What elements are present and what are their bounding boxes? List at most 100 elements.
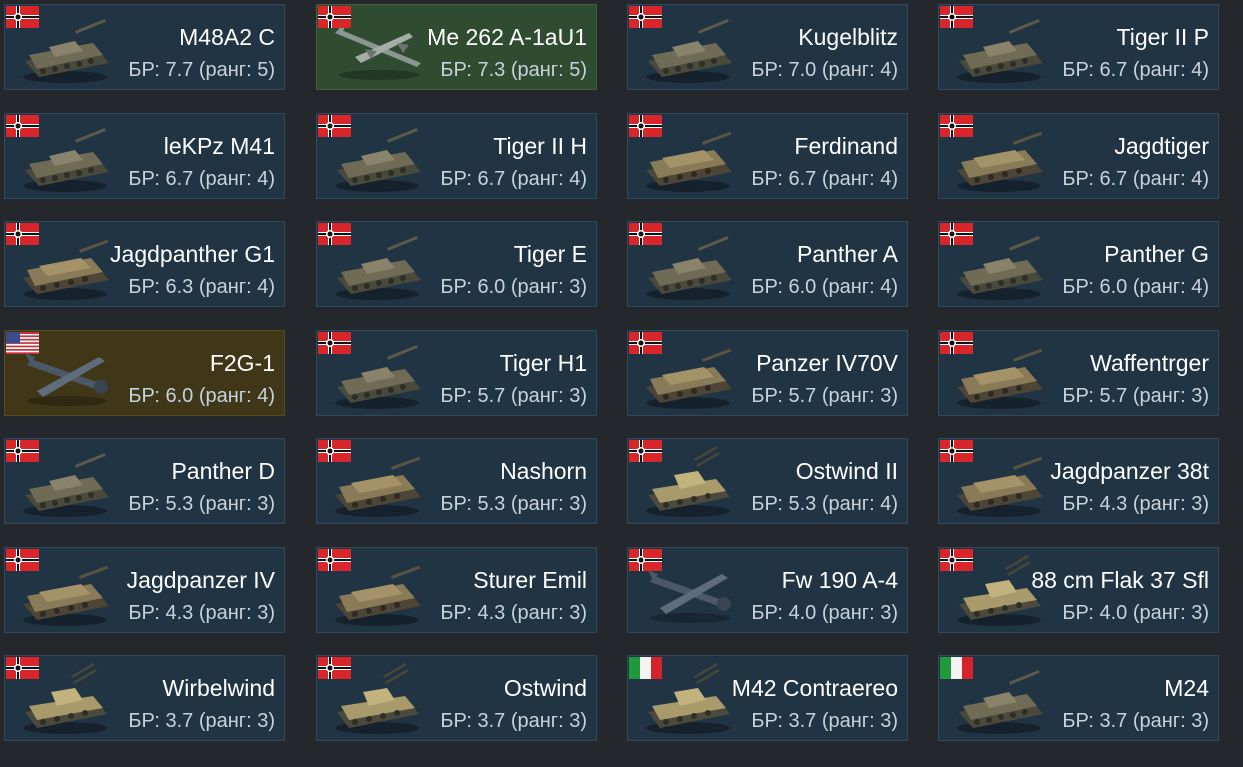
vehicle-battle-rating: БР: 3.7 (ранг: 3) [440, 710, 587, 732]
germany-flag-icon [629, 223, 662, 245]
vehicle-name: Jagdpanzer IV [126, 567, 275, 593]
vehicle-battle-rating: БР: 7.3 (ранг: 5) [440, 59, 587, 81]
vehicle-name: Ferdinand [794, 133, 898, 159]
germany-flag-icon [940, 223, 973, 245]
vehicle-battle-rating: БР: 3.7 (ранг: 3) [751, 710, 898, 732]
vehicle-battle-rating: БР: 3.7 (ранг: 3) [128, 710, 275, 732]
vehicle-card[interactable]: Ferdinand БР: 6.7 (ранг: 4) [627, 113, 908, 199]
vehicle-card[interactable]: F2G-1 БР: 6.0 (ранг: 4) [4, 330, 285, 416]
italy-flag-icon [940, 657, 973, 679]
vehicle-battle-rating: БР: 7.7 (ранг: 5) [128, 59, 275, 81]
vehicle-name: M48A2 C [179, 24, 275, 50]
germany-flag-icon [629, 332, 662, 354]
vehicle-battle-rating: БР: 6.0 (ранг: 4) [751, 276, 898, 298]
vehicle-battle-rating: БР: 6.0 (ранг: 4) [128, 385, 275, 407]
vehicle-name: Me 262 A-1aU1 [427, 24, 587, 50]
germany-flag-icon [940, 6, 973, 28]
vehicle-card[interactable]: Tiger E БР: 6.0 (ранг: 3) [316, 221, 597, 307]
germany-flag-icon [318, 332, 351, 354]
germany-flag-icon [6, 115, 39, 137]
vehicle-battle-rating: БР: 3.7 (ранг: 3) [1062, 710, 1209, 732]
vehicle-name: Waffentrger [1090, 350, 1209, 376]
vehicle-card[interactable]: Me 262 A-1aU1 БР: 7.3 (ранг: 5) [316, 4, 597, 90]
germany-flag-icon [6, 440, 39, 462]
vehicle-card[interactable]: Tiger II P БР: 6.7 (ранг: 4) [938, 4, 1219, 90]
vehicle-card[interactable]: Nashorn БР: 5.3 (ранг: 3) [316, 438, 597, 524]
germany-flag-icon [940, 440, 973, 462]
vehicle-name: Kugelblitz [798, 24, 898, 50]
vehicle-battle-rating: БР: 6.0 (ранг: 3) [440, 276, 587, 298]
germany-flag-icon [6, 657, 39, 679]
vehicle-name: Panther A [796, 241, 898, 267]
vehicle-name: Tiger II H [493, 133, 587, 159]
germany-flag-icon [6, 223, 39, 245]
vehicle-name: leKPz M41 [163, 133, 275, 159]
vehicle-battle-rating: БР: 5.7 (ранг: 3) [751, 385, 898, 407]
vehicle-card[interactable]: Kugelblitz БР: 7.0 (ранг: 4) [627, 4, 908, 90]
vehicle-battle-rating: БР: 4.3 (ранг: 3) [440, 602, 587, 624]
germany-flag-icon [629, 6, 662, 28]
vehicle-card[interactable]: Waffentrger БР: 5.7 (ранг: 3) [938, 330, 1219, 416]
vehicle-battle-rating: БР: 4.0 (ранг: 3) [751, 602, 898, 624]
vehicle-battle-rating: БР: 6.0 (ранг: 4) [1062, 276, 1209, 298]
vehicle-name: Fw 190 A-4 [781, 567, 898, 593]
vehicle-name: Sturer Emil [473, 567, 587, 593]
vehicle-card[interactable]: Jagdpanzer IV БР: 4.3 (ранг: 3) [4, 547, 285, 633]
vehicle-card[interactable]: Panther A БР: 6.0 (ранг: 4) [627, 221, 908, 307]
vehicle-card[interactable]: Jagdtiger БР: 6.7 (ранг: 4) [938, 113, 1219, 199]
germany-flag-icon [6, 6, 39, 28]
germany-flag-icon [940, 549, 973, 571]
vehicle-card[interactable]: M24 БР: 3.7 (ранг: 3) [938, 655, 1219, 741]
germany-flag-icon [318, 549, 351, 571]
vehicle-battle-rating: БР: 6.3 (ранг: 4) [128, 276, 275, 298]
vehicle-card[interactable]: Ostwind II БР: 5.3 (ранг: 4) [627, 438, 908, 524]
vehicle-card[interactable]: Jagdpanzer 38t БР: 4.3 (ранг: 3) [938, 438, 1219, 524]
vehicle-battle-rating: БР: 6.7 (ранг: 4) [751, 168, 898, 190]
vehicle-card[interactable]: Ostwind БР: 3.7 (ранг: 3) [316, 655, 597, 741]
vehicle-name: Jagdtiger [1114, 133, 1209, 159]
vehicle-card[interactable]: Panzer IV70V БР: 5.7 (ранг: 3) [627, 330, 908, 416]
vehicle-name: Panther G [1104, 241, 1209, 267]
vehicle-name: Nashorn [500, 458, 587, 484]
vehicle-name: Ostwind [503, 675, 587, 701]
vehicle-name: Jagdpanzer 38t [1050, 458, 1209, 484]
germany-flag-icon [318, 6, 351, 28]
vehicle-battle-rating: БР: 4.0 (ранг: 3) [1062, 602, 1209, 624]
vehicle-card[interactable]: M42 Contraereo БР: 3.7 (ранг: 3) [627, 655, 908, 741]
vehicle-card[interactable]: M48A2 C БР: 7.7 (ранг: 5) [4, 4, 285, 90]
vehicle-battle-rating: БР: 4.3 (ранг: 3) [128, 602, 275, 624]
vehicle-battle-rating: БР: 5.7 (ранг: 3) [1062, 385, 1209, 407]
germany-flag-icon [940, 332, 973, 354]
vehicle-card[interactable]: Panther G БР: 6.0 (ранг: 4) [938, 221, 1219, 307]
vehicle-battle-rating: БР: 6.7 (ранг: 4) [1062, 59, 1209, 81]
vehicle-card[interactable]: Sturer Emil БР: 4.3 (ранг: 3) [316, 547, 597, 633]
vehicle-card[interactable]: Tiger II H БР: 6.7 (ранг: 4) [316, 113, 597, 199]
vehicle-name: Panzer IV70V [756, 350, 898, 376]
vehicle-battle-rating: БР: 5.3 (ранг: 3) [440, 493, 587, 515]
germany-flag-icon [629, 115, 662, 137]
vehicle-name: F2G-1 [209, 350, 275, 376]
vehicle-name: Wirbelwind [162, 675, 275, 701]
vehicle-name: Tiger H1 [499, 350, 587, 376]
italy-flag-icon [629, 657, 662, 679]
germany-flag-icon [318, 223, 351, 245]
vehicle-name: M42 Contraereo [731, 675, 898, 701]
germany-flag-icon [318, 440, 351, 462]
vehicle-card[interactable]: Fw 190 A-4 БР: 4.0 (ранг: 3) [627, 547, 908, 633]
vehicle-name: Jagdpanther G1 [110, 241, 275, 267]
vehicle-name: Panther D [171, 458, 275, 484]
vehicle-card[interactable]: Jagdpanther G1 БР: 6.3 (ранг: 4) [4, 221, 285, 307]
vehicle-card[interactable]: leKPz M41 БР: 6.7 (ранг: 4) [4, 113, 285, 199]
vehicle-battle-rating: БР: 7.0 (ранг: 4) [751, 59, 898, 81]
vehicle-name: Ostwind II [795, 458, 898, 484]
vehicle-name: Tiger II P [1116, 24, 1209, 50]
vehicle-card[interactable]: Wirbelwind БР: 3.7 (ранг: 3) [4, 655, 285, 741]
vehicle-card[interactable]: Panther D БР: 5.3 (ранг: 3) [4, 438, 285, 524]
germany-flag-icon [629, 440, 662, 462]
vehicle-grid: M48A2 C БР: 7.7 (ранг: 5) Me 262 A-1aU1 БР:… [0, 0, 1243, 767]
vehicle-battle-rating: БР: 5.7 (ранг: 3) [440, 385, 587, 407]
vehicle-battle-rating: БР: 6.7 (ранг: 4) [128, 168, 275, 190]
germany-flag-icon [629, 549, 662, 571]
vehicle-card[interactable]: 88 cm Flak 37 Sfl БР: 4.0 (ранг: 3) [938, 547, 1219, 633]
vehicle-card[interactable]: Tiger H1 БР: 5.7 (ранг: 3) [316, 330, 597, 416]
